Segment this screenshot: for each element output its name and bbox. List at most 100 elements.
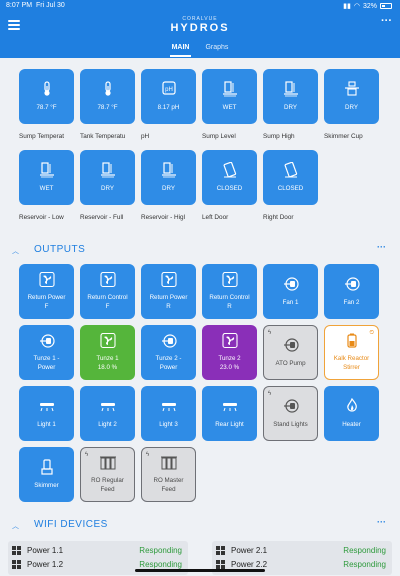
plug-icon <box>282 398 300 420</box>
wifi-device-status: Responding <box>343 559 386 569</box>
outputs-section-header[interactable]: ︿ OUTPUTS ··· <box>12 242 388 258</box>
input-tile-right-door[interactable]: CLOSED <box>263 150 318 205</box>
output-name: Tunze 1 - <box>33 355 60 363</box>
input-tile-reservoir-higl[interactable]: DRY <box>141 150 196 205</box>
output-tile-tunze-2-23-0[interactable]: Tunze 2 23.0 % <box>202 325 257 380</box>
input-value: WET <box>222 103 237 111</box>
input-value: DRY <box>162 184 175 192</box>
grid-icon <box>216 545 225 555</box>
input-value: DRY <box>345 103 358 111</box>
wifi-section-header[interactable]: ︿ WIFI DEVICES ··· <box>12 517 388 533</box>
collapse-chevron-icon[interactable]: ︿ <box>12 246 19 256</box>
output-name: Tunze 2 <box>218 355 241 363</box>
home-indicator[interactable] <box>135 569 265 572</box>
reactor-icon <box>343 333 361 355</box>
output-tile-ro-master-feed[interactable]: ϟ RO Master Feed <box>141 447 196 502</box>
output-sub: Power <box>37 363 56 371</box>
input-label: Sump Temperat <box>19 133 64 140</box>
output-tile-ro-regular-feed[interactable]: ϟ RO Regular Feed <box>80 447 135 502</box>
water-sensor-icon <box>282 81 300 103</box>
water-sensor-icon <box>160 162 178 184</box>
output-tile-stand-lights[interactable]: ϟ Stand Lights <box>263 386 318 441</box>
ro-filter-icon <box>160 455 178 477</box>
output-tile-fan-2[interactable]: Fan 2 <box>324 264 379 319</box>
output-tile-light-2[interactable]: Light 2 <box>80 386 135 441</box>
output-tile-return-control-r[interactable]: Return Control R <box>202 264 257 319</box>
grid-icon <box>12 545 21 555</box>
light-icon <box>221 398 239 420</box>
input-value: CLOSED <box>277 184 304 192</box>
plug-icon <box>282 276 300 298</box>
input-label: Reservoir - Full <box>80 214 124 221</box>
tab-main[interactable]: MAIN <box>169 42 192 57</box>
output-sub: Stirrer <box>343 363 360 371</box>
input-value: DRY <box>284 103 297 111</box>
output-tile-return-control-f[interactable]: Return Control F <box>80 264 135 319</box>
output-tile-light-3[interactable]: Light 3 <box>141 386 196 441</box>
output-sub: F <box>44 302 49 310</box>
light-icon <box>160 398 178 420</box>
input-value: 78.7 °F <box>36 103 57 111</box>
output-name: Return Power <box>27 294 66 302</box>
output-sub: 23.0 % <box>219 363 240 371</box>
output-tile-kalk-reactor-stirrer[interactable]: ⏲ Kalk Reactor Stirrer <box>324 325 379 380</box>
wifi-title: WIFI DEVICES <box>34 519 108 530</box>
tab-graphs[interactable]: Graphs <box>203 42 230 57</box>
wifi-device-line[interactable]: Power 1.1 Responding <box>12 544 182 556</box>
input-tile-reservoir-low[interactable]: WET <box>19 150 74 205</box>
input-tile-sump-temperat[interactable]: 78.7 °F <box>19 69 74 124</box>
output-tile-skimmer[interactable]: Skimmer <box>19 447 74 502</box>
output-tile-return-power-r[interactable]: Return Power R <box>141 264 196 319</box>
flame-icon <box>343 397 361 420</box>
input-label: Reservoir - Higl <box>141 214 186 221</box>
fan-icon <box>221 332 239 355</box>
output-tile-fan-1[interactable]: Fan 1 <box>263 264 318 319</box>
brand-logo: CORALVUE HYDROS <box>170 16 230 34</box>
status-time: 8:07 PM Fri Jul 30 <box>6 2 65 9</box>
wifi-device-name: Power 1.1 <box>27 545 64 555</box>
output-name: Tunze 1 <box>96 355 119 363</box>
output-tile-heater[interactable]: Heater <box>324 386 379 441</box>
app-header: CORALVUE HYDROS ··· MAIN Graphs <box>0 12 400 58</box>
input-tile-reservoir-full[interactable]: DRY <box>80 150 135 205</box>
output-tile-tunze-2-power[interactable]: Tunze 2 - Power <box>141 325 196 380</box>
signal-icon: ▮▮ <box>343 3 351 10</box>
input-tile-sump-level[interactable]: WET <box>202 69 257 124</box>
output-name: Light 2 <box>98 420 117 428</box>
output-sub: R <box>227 302 232 310</box>
wifi-more-icon[interactable]: ··· <box>377 517 386 527</box>
input-tile-tank-temperatu[interactable]: 78.7 °F <box>80 69 135 124</box>
status-indicators: ▮▮ ◠ 32% <box>343 2 392 10</box>
wifi-device-line[interactable]: Power 2.1 Responding <box>216 544 386 556</box>
input-label: Left Door <box>202 214 229 221</box>
output-tile-ato-pump[interactable]: ϟ ATO Pump <box>263 325 318 380</box>
timer-icon: ⏲ <box>369 330 374 336</box>
input-tile-sump-high[interactable]: DRY <box>263 69 318 124</box>
wifi-device-name: Power 1.2 <box>27 559 64 569</box>
output-tile-tunze-1-18-0[interactable]: Tunze 1 18.0 % <box>80 325 135 380</box>
input-label: pH <box>141 133 150 140</box>
input-value: WET <box>39 184 54 192</box>
outputs-more-icon[interactable]: ··· <box>377 242 386 252</box>
output-name: Return Control <box>87 294 128 302</box>
input-tile-skimmer-cup[interactable]: DRY <box>324 69 379 124</box>
more-options-icon[interactable]: ··· <box>381 15 392 27</box>
fan-icon <box>99 271 117 294</box>
door-icon <box>221 161 239 184</box>
lightning-icon: ϟ <box>146 452 150 458</box>
inputs-row-2-labels: Reservoir - Low Reservoir - Full Reservoir… <box>19 214 379 221</box>
wifi-device-name: Power 2.2 <box>231 559 268 569</box>
wifi-device-name: Power 2.1 <box>231 545 268 555</box>
output-tile-rear-light[interactable]: Rear Light <box>202 386 257 441</box>
output-tile-light-1[interactable]: Light 1 <box>19 386 74 441</box>
fan-icon <box>221 271 239 294</box>
collapse-chevron-icon[interactable]: ︿ <box>12 521 19 531</box>
outputs-title: OUTPUTS <box>34 244 86 255</box>
lightning-icon: ϟ <box>85 452 89 458</box>
output-tile-return-power-f[interactable]: Return Power F <box>19 264 74 319</box>
output-sub: F <box>105 302 110 310</box>
input-tile-ph[interactable]: pH 8.17 pH <box>141 69 196 124</box>
output-tile-tunze-1-power[interactable]: Tunze 1 - Power <box>19 325 74 380</box>
plug-icon <box>160 333 178 355</box>
input-tile-left-door[interactable]: CLOSED <box>202 150 257 205</box>
